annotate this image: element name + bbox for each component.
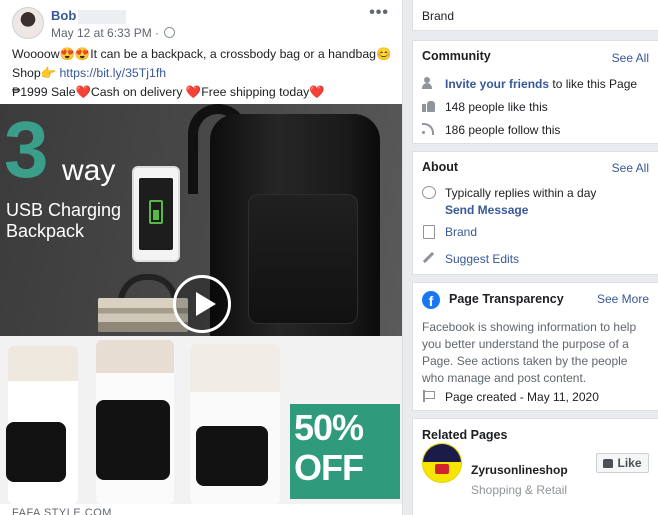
big-number: 3: [4, 105, 49, 194]
like-page-button[interactable]: Like: [596, 453, 649, 473]
link-caption[interactable]: FAFA STYLE.COM: [12, 507, 112, 515]
more-options-icon[interactable]: •••: [369, 4, 389, 22]
follows-row: 186 people follow this: [422, 123, 560, 137]
page-created-row: Page created - May 11, 2020: [422, 390, 599, 404]
play-icon[interactable]: [173, 275, 231, 333]
about-see-all-link[interactable]: See All: [612, 161, 649, 175]
bag-photo-3: [196, 426, 268, 486]
subtitle-line-2: Backpack: [6, 221, 85, 241]
related-page-category: Shopping & Retail: [471, 483, 568, 497]
sale-badge: 50% OFF: [290, 404, 400, 499]
invite-friends-link[interactable]: Invite your friends: [445, 77, 549, 91]
sale-text: 50% OFF: [294, 407, 364, 488]
author-name-text[interactable]: Bob: [51, 8, 76, 23]
post-card: Bob May 12 at 6:33 PM · ••• Woooow😍😍It c…: [0, 0, 403, 515]
about-title: About: [422, 160, 459, 174]
thumbs-up-icon: [422, 100, 436, 112]
brand-label: Brand: [422, 9, 455, 23]
author-avatar[interactable]: [12, 7, 44, 39]
community-card: Community See All Invite your friends to…: [412, 40, 658, 144]
phone-image: [132, 166, 180, 262]
category-link[interactable]: Brand: [445, 225, 477, 239]
post-header: Bob May 12 at 6:33 PM · •••: [0, 0, 402, 44]
category-row: Brand: [422, 225, 477, 239]
post-timestamp[interactable]: May 12 at 6:33 PM: [51, 26, 152, 40]
transparency-see-more-link[interactable]: See More: [597, 292, 649, 306]
post-text-line-3: ₱1999 Sale❤️Cash on delivery ❤️Free ship…: [12, 85, 325, 99]
reply-time-row: Typically replies within a day: [422, 186, 596, 200]
likes-row: 148 people like this: [422, 100, 548, 114]
image-subtitle: USB Charging Backpack: [6, 200, 121, 242]
flag-icon: [422, 390, 436, 402]
shop-prefix: Shop👉: [12, 66, 60, 80]
phone-screen: [139, 178, 173, 250]
sale-percent: 50%: [294, 407, 364, 448]
meta-separator: ·: [151, 26, 163, 40]
transparency-card: f Page Transparency See More Facebook is…: [412, 282, 658, 411]
related-page-avatar[interactable]: [422, 443, 462, 483]
community-see-all-link[interactable]: See All: [612, 51, 649, 65]
author-name[interactable]: Bob: [51, 8, 127, 24]
facebook-logo-icon: f: [422, 291, 440, 309]
post-video[interactable]: 3 way USB Charging Backpack 50% OFF: [0, 104, 402, 504]
send-message-text[interactable]: Send Message: [445, 203, 528, 217]
subtitle-line-1: USB Charging: [6, 200, 122, 220]
related-page-name[interactable]: Zyrusonlineshop: [471, 463, 568, 477]
public-globe-icon: [164, 27, 176, 38]
related-pages-card: Related Pages Zyrusonlineshop Shopping &…: [412, 418, 658, 515]
invite-row: Invite your friends to like this Page: [422, 77, 637, 91]
about-card: About See All Typically replies within a…: [412, 151, 658, 275]
follow-icon: [422, 123, 436, 135]
big-word: way: [62, 154, 116, 187]
post-text-line-2: Shop👉 https://bit.ly/35Tj1fh: [12, 64, 398, 83]
post-text-line-1: Woooow😍😍It can be a backpack, a crossbod…: [12, 47, 392, 61]
category-icon: [422, 225, 436, 239]
suggest-edits-row: Suggest Edits: [422, 252, 519, 266]
bag-photo-2: [96, 400, 170, 480]
photo-bottom-models: 50% OFF: [0, 336, 402, 504]
brand-card: Brand: [412, 0, 658, 31]
transparency-title: Page Transparency: [449, 292, 564, 306]
likes-count[interactable]: 148 people like this: [445, 100, 548, 114]
reply-time-text: Typically replies within a day: [445, 186, 597, 200]
photo-top-banner: 3 way USB Charging Backpack: [0, 104, 402, 404]
page-created-text: Page created - May 11, 2020: [445, 390, 599, 404]
name-redaction: [78, 9, 127, 24]
pencil-icon: [422, 252, 436, 264]
bag-photo-1: [6, 422, 66, 482]
shop-link[interactable]: https://bit.ly/35Tj1fh: [59, 66, 166, 80]
backpack-pocket: [248, 194, 358, 324]
like-thumb-icon: [603, 459, 614, 468]
suggest-edits-link[interactable]: Suggest Edits: [445, 252, 519, 266]
battery-icon: [149, 200, 163, 224]
like-button-label[interactable]: Like: [617, 456, 641, 470]
invite-rest-text: to like this Page: [549, 77, 638, 91]
post-text: Woooow😍😍It can be a backpack, a crossbod…: [12, 45, 398, 102]
people-icon: [422, 77, 436, 89]
related-pages-title: Related Pages: [422, 428, 508, 442]
follows-count[interactable]: 186 people follow this: [445, 123, 560, 137]
community-title: Community: [422, 49, 491, 63]
post-meta: May 12 at 6:33 PM ·: [51, 26, 176, 40]
send-message-link[interactable]: Send Message: [445, 203, 528, 217]
sale-off: OFF: [294, 447, 364, 488]
transparency-description: Facebook is showing information to help …: [422, 320, 637, 385]
messenger-icon: [422, 186, 436, 199]
